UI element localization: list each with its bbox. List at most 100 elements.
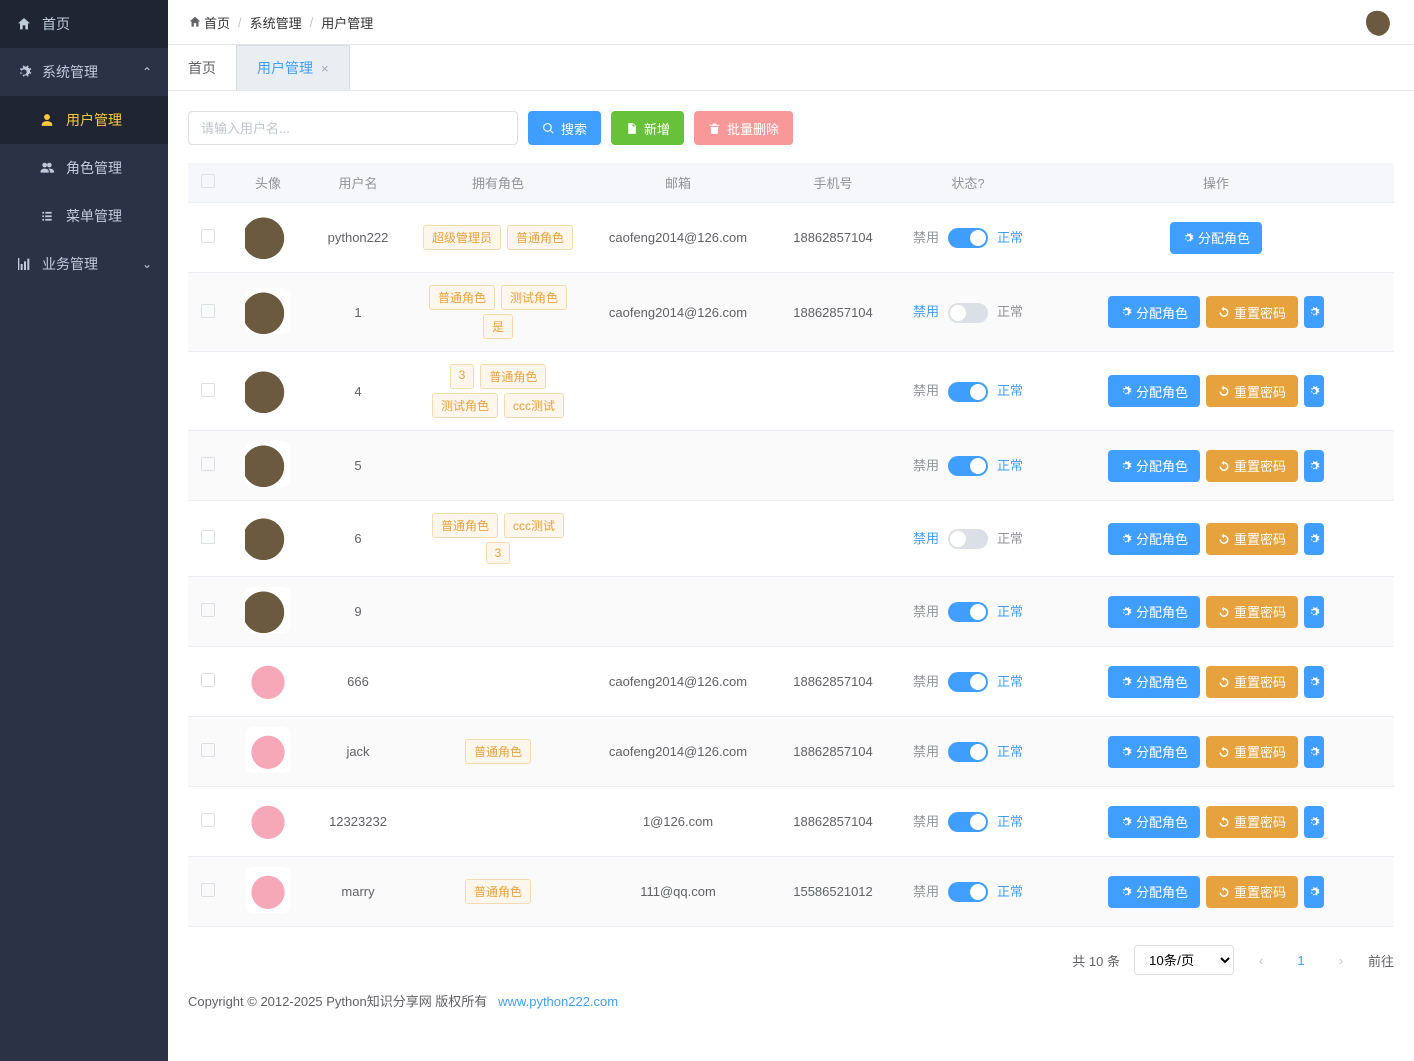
nav-role-mgmt[interactable]: 角色管理: [0, 144, 168, 192]
row-checkbox[interactable]: [201, 813, 215, 827]
status-toggle[interactable]: [948, 812, 988, 832]
gear-icon: [16, 64, 34, 80]
status-toggle[interactable]: [948, 228, 988, 248]
status-toggle[interactable]: [948, 882, 988, 902]
close-icon[interactable]: ×: [321, 61, 329, 76]
row-checkbox[interactable]: [201, 304, 215, 318]
page-size-select[interactable]: 10条/页: [1134, 945, 1234, 975]
assign-role-button[interactable]: 分配角色: [1108, 736, 1200, 768]
reset-password-button[interactable]: 重置密码: [1206, 806, 1298, 838]
nav-menu-mgmt-label: 菜单管理: [66, 206, 122, 226]
status-normal-label: 正常: [994, 301, 1026, 320]
extra-action-button[interactable]: [1304, 876, 1324, 908]
crumb-home[interactable]: 首页: [204, 13, 230, 32]
extra-action-button[interactable]: [1304, 736, 1324, 768]
extra-action-button[interactable]: [1304, 450, 1324, 482]
extra-action-button[interactable]: [1304, 375, 1324, 407]
row-checkbox[interactable]: [201, 603, 215, 617]
status-toggle[interactable]: [948, 382, 988, 402]
pagination: 共 10 条 10条/页 ‹ 1 › 前往: [188, 945, 1394, 975]
role-tag: ccc测试: [504, 393, 564, 418]
row-checkbox[interactable]: [201, 743, 215, 757]
status-toggle[interactable]: [948, 529, 988, 549]
checkbox-all[interactable]: [201, 174, 215, 188]
extra-action-button[interactable]: [1304, 596, 1324, 628]
row-checkbox[interactable]: [201, 383, 215, 397]
status-toggle[interactable]: [948, 602, 988, 622]
cell-phone: [768, 501, 898, 577]
reset-password-button[interactable]: 重置密码: [1206, 596, 1298, 628]
row-checkbox[interactable]: [201, 229, 215, 243]
reset-password-button[interactable]: 重置密码: [1206, 450, 1298, 482]
row-checkbox[interactable]: [201, 457, 215, 471]
batch-delete-button[interactable]: 批量删除: [694, 111, 793, 145]
status-normal-label: 正常: [994, 881, 1026, 900]
more-icon: [1308, 746, 1320, 758]
avatar: [245, 727, 291, 773]
role-tag: 普通角色: [480, 364, 546, 389]
nav-user-mgmt-label: 用户管理: [66, 110, 122, 130]
nav-system[interactable]: 系统管理 ⌃: [0, 48, 168, 96]
table-row: 43普通角色测试角色ccc测试禁用正常分配角色重置密码: [188, 352, 1394, 431]
refresh-icon: [1218, 385, 1230, 397]
page-number[interactable]: 1: [1288, 946, 1314, 974]
role-tag: ccc测试: [504, 513, 564, 538]
add-button[interactable]: 新增: [611, 111, 684, 145]
extra-action-button[interactable]: [1304, 666, 1324, 698]
extra-action-button[interactable]: [1304, 806, 1324, 838]
avatar: [245, 213, 291, 259]
reset-password-button[interactable]: 重置密码: [1206, 736, 1298, 768]
nav-menu-mgmt[interactable]: 菜单管理: [0, 192, 168, 240]
table-row: 123232321@126.com18862857104禁用正常分配角色重置密码: [188, 787, 1394, 857]
col-avatar: 头像: [228, 163, 308, 203]
status-normal-label: 正常: [994, 455, 1026, 474]
nav-home[interactable]: 首页: [0, 0, 168, 48]
nav-business[interactable]: 业务管理 ⌄: [0, 240, 168, 288]
tab-home[interactable]: 首页: [168, 45, 236, 90]
gear-icon: [1120, 306, 1132, 318]
row-checkbox[interactable]: [201, 883, 215, 897]
status-toggle[interactable]: [948, 303, 988, 323]
nav-user-mgmt[interactable]: 用户管理: [0, 96, 168, 144]
avatar[interactable]: [1366, 8, 1394, 36]
search-button[interactable]: 搜索: [528, 111, 601, 145]
footer-link[interactable]: www.python222.com: [498, 994, 618, 1009]
reset-password-button[interactable]: 重置密码: [1206, 296, 1298, 328]
row-checkbox[interactable]: [201, 530, 215, 544]
more-icon: [1308, 385, 1320, 397]
reset-password-button[interactable]: 重置密码: [1206, 523, 1298, 555]
status-toggle[interactable]: [948, 672, 988, 692]
tab-user-mgmt[interactable]: 用户管理 ×: [236, 45, 350, 90]
cell-email: [588, 431, 768, 501]
reset-password-button[interactable]: 重置密码: [1206, 876, 1298, 908]
reset-password-button[interactable]: 重置密码: [1206, 375, 1298, 407]
status-disable-label: 禁用: [910, 671, 942, 690]
assign-role-button[interactable]: 分配角色: [1108, 666, 1200, 698]
assign-role-button[interactable]: 分配角色: [1108, 450, 1200, 482]
refresh-icon: [1218, 533, 1230, 545]
prev-page-button[interactable]: ‹: [1248, 946, 1274, 974]
assign-role-button[interactable]: 分配角色: [1108, 296, 1200, 328]
assign-role-button[interactable]: 分配角色: [1108, 375, 1200, 407]
status-toggle[interactable]: [948, 456, 988, 476]
assign-role-button[interactable]: 分配角色: [1108, 806, 1200, 838]
assign-role-button[interactable]: 分配角色: [1108, 596, 1200, 628]
extra-action-button[interactable]: [1304, 296, 1324, 328]
crumb-system[interactable]: 系统管理: [250, 13, 302, 32]
avatar: [245, 587, 291, 633]
cell-email: caofeng2014@126.com: [588, 647, 768, 717]
toolbar: 搜索 新增 批量删除: [188, 111, 1394, 145]
assign-role-button[interactable]: 分配角色: [1108, 876, 1200, 908]
row-checkbox[interactable]: [201, 673, 215, 687]
extra-action-button[interactable]: [1304, 523, 1324, 555]
search-input[interactable]: [188, 111, 518, 145]
refresh-icon: [1218, 460, 1230, 472]
gear-icon: [1120, 606, 1132, 618]
assign-role-button[interactable]: 分配角色: [1170, 222, 1262, 254]
status-toggle[interactable]: [948, 742, 988, 762]
assign-role-button[interactable]: 分配角色: [1108, 523, 1200, 555]
cell-email: caofeng2014@126.com: [588, 717, 768, 787]
col-email: 邮箱: [588, 163, 768, 203]
reset-password-button[interactable]: 重置密码: [1206, 666, 1298, 698]
next-page-button[interactable]: ›: [1328, 946, 1354, 974]
